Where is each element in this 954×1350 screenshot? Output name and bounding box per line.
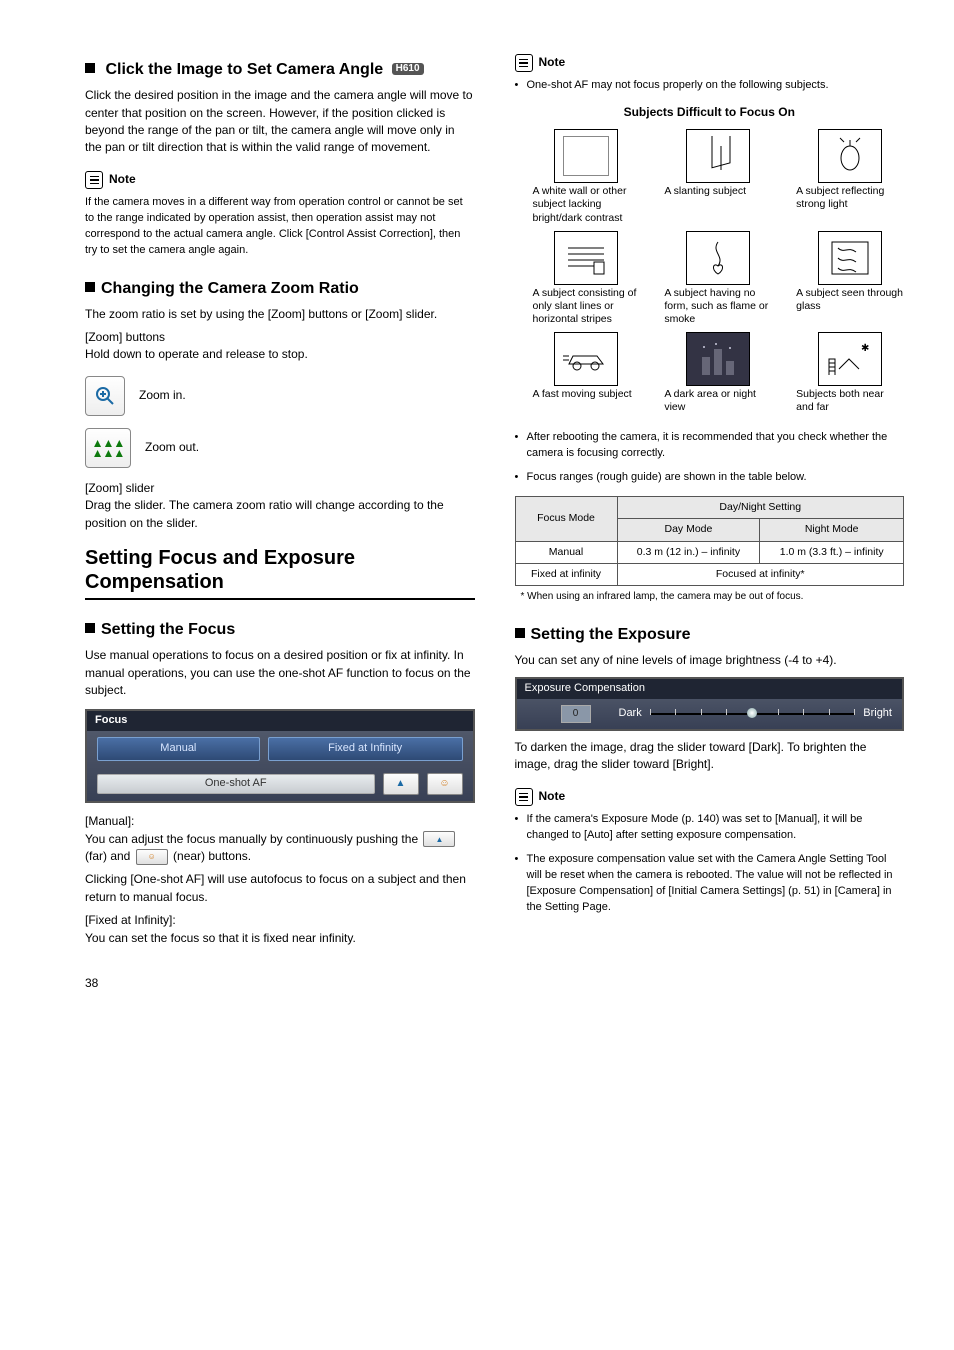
inline-near-icon: ☺ <box>136 849 168 865</box>
slider-knob[interactable] <box>747 708 757 718</box>
th-day-night: Day/Night Setting <box>617 497 904 519</box>
focus-far-button[interactable]: ▲ <box>383 773 419 795</box>
caption: A subject consisting of only slant lines… <box>533 287 641 326</box>
caption: A subject having no form, such as flame … <box>664 287 772 326</box>
note-icon <box>515 788 533 806</box>
section-title: Setting Focus and Exposure Compensation <box>85 546 475 600</box>
thumb-reflect <box>818 129 882 183</box>
note-label: Note <box>109 171 136 188</box>
thumb-moving <box>554 332 618 386</box>
exposure-slider[interactable] <box>650 713 856 715</box>
paragraph: Click the desired position in the image … <box>85 87 475 157</box>
fixed-infinity-button[interactable]: Fixed at Infinity <box>268 737 463 761</box>
thumb-glass <box>818 231 882 285</box>
caption: A subject reflecting strong light <box>796 185 904 211</box>
thumb-blank <box>554 129 618 183</box>
paragraph: To darken the image, drag the slider tow… <box>515 739 905 774</box>
page-number: 38 <box>85 975 904 992</box>
text: You can adjust the focus manually by con… <box>85 832 421 846</box>
focus-near-button[interactable]: ☺ <box>427 773 463 795</box>
paragraph: You can set any of nine levels of image … <box>515 652 905 669</box>
bullet: After rebooting the camera, it is recomm… <box>515 430 905 462</box>
inline-far-icon: ▲ <box>423 831 455 847</box>
thumb-dark <box>686 332 750 386</box>
fixed-label: [Fixed at Infinity]: <box>85 912 475 929</box>
table-footnote: * When using an infrared lamp, the camer… <box>521 590 905 605</box>
note-body: If the camera moves in a different way f… <box>85 195 475 259</box>
zoom-slider-desc: Drag the slider. The camera zoom ratio w… <box>85 497 475 532</box>
manual-button[interactable]: Manual <box>97 737 260 761</box>
text: (near) buttons. <box>173 849 251 863</box>
zoom-in-label: Zoom in. <box>139 387 186 404</box>
paragraph: You can adjust the focus manually by con… <box>85 831 475 866</box>
note-bullet: One-shot AF may not focus properly on th… <box>515 78 905 94</box>
thumb-slant <box>686 129 750 183</box>
paragraph: Clicking [One-shot AF] will use autofocu… <box>85 871 475 906</box>
td: Focused at infinity* <box>617 563 904 585</box>
focus-panel: Focus Manual Fixed at Infinity One-shot … <box>85 709 475 803</box>
note-icon <box>515 54 533 72</box>
zoom-in-icon[interactable] <box>85 376 125 416</box>
caption: A fast moving subject <box>533 388 641 401</box>
focus-panel-title: Focus <box>87 711 473 731</box>
thumb-stripes <box>554 231 618 285</box>
zoom-buttons-desc: Hold down to operate and release to stop… <box>85 346 475 363</box>
note-label: Note <box>539 788 566 805</box>
heading-focus: Setting the Focus <box>85 620 475 639</box>
caption: Subjects both near and far <box>796 388 904 414</box>
note-bullet: The exposure compensation value set with… <box>515 852 905 916</box>
td: 1.0 m (3.3 ft.) – infinity <box>760 541 904 563</box>
note-icon <box>85 171 103 189</box>
heading-click-image: Click the Image to Set Camera Angle H610 <box>85 60 475 79</box>
focus-range-table: Focus Mode Day/Night Setting Day Mode Ni… <box>515 496 905 586</box>
dark-label: Dark <box>619 706 642 722</box>
note-label: Note <box>539 54 566 71</box>
thumb-flame <box>686 231 750 285</box>
exposure-value: 0 <box>561 705 591 723</box>
caption: A white wall or other subject lacking br… <box>533 185 641 224</box>
caption: A slanting subject <box>664 185 772 198</box>
text: (far) and <box>85 849 134 863</box>
exposure-panel-title: Exposure Compensation <box>517 679 903 699</box>
td: Fixed at infinity <box>515 563 617 585</box>
td: 0.3 m (12 in.) – infinity <box>617 541 760 563</box>
heading-text: Click the Image to Set Camera Angle <box>105 61 383 78</box>
difficult-subjects-grid: A white wall or other subject lacking br… <box>533 129 905 414</box>
caption: A dark area or night view <box>664 388 772 414</box>
zoom-out-label: Zoom out. <box>145 439 199 456</box>
paragraph: You can set the focus so that it is fixe… <box>85 930 475 947</box>
svg-text:✱: ✱ <box>861 343 869 354</box>
paragraph: Use manual operations to focus on a desi… <box>85 647 475 699</box>
th-day: Day Mode <box>617 519 760 541</box>
manual-label: [Manual]: <box>85 813 475 830</box>
caption: A subject seen through glass <box>796 287 904 313</box>
zoom-slider-title: [Zoom] slider <box>85 480 475 497</box>
grid-title: Subjects Difficult to Focus On <box>515 104 905 121</box>
exposure-panel: Exposure Compensation 0 Dark Bright <box>515 677 905 731</box>
one-shot-af-button[interactable]: One-shot AF <box>97 774 375 794</box>
td: Manual <box>515 541 617 563</box>
model-badge: H610 <box>392 63 424 75</box>
bullet: Focus ranges (rough guide) are shown in … <box>515 470 905 486</box>
heading-exposure: Setting the Exposure <box>515 625 905 644</box>
bright-label: Bright <box>863 706 892 722</box>
zoom-out-icon[interactable]: ▲▲▲▲▲▲ <box>85 428 131 468</box>
zoom-buttons-title: [Zoom] buttons <box>85 329 475 346</box>
note-bullet: If the camera's Exposure Mode (p. 140) w… <box>515 812 905 844</box>
thumb-near-far: ✱ <box>818 332 882 386</box>
th-focus-mode: Focus Mode <box>515 497 617 541</box>
th-night: Night Mode <box>760 519 904 541</box>
paragraph: The zoom ratio is set by using the [Zoom… <box>85 306 475 323</box>
heading-zoom: Changing the Camera Zoom Ratio <box>85 279 475 298</box>
